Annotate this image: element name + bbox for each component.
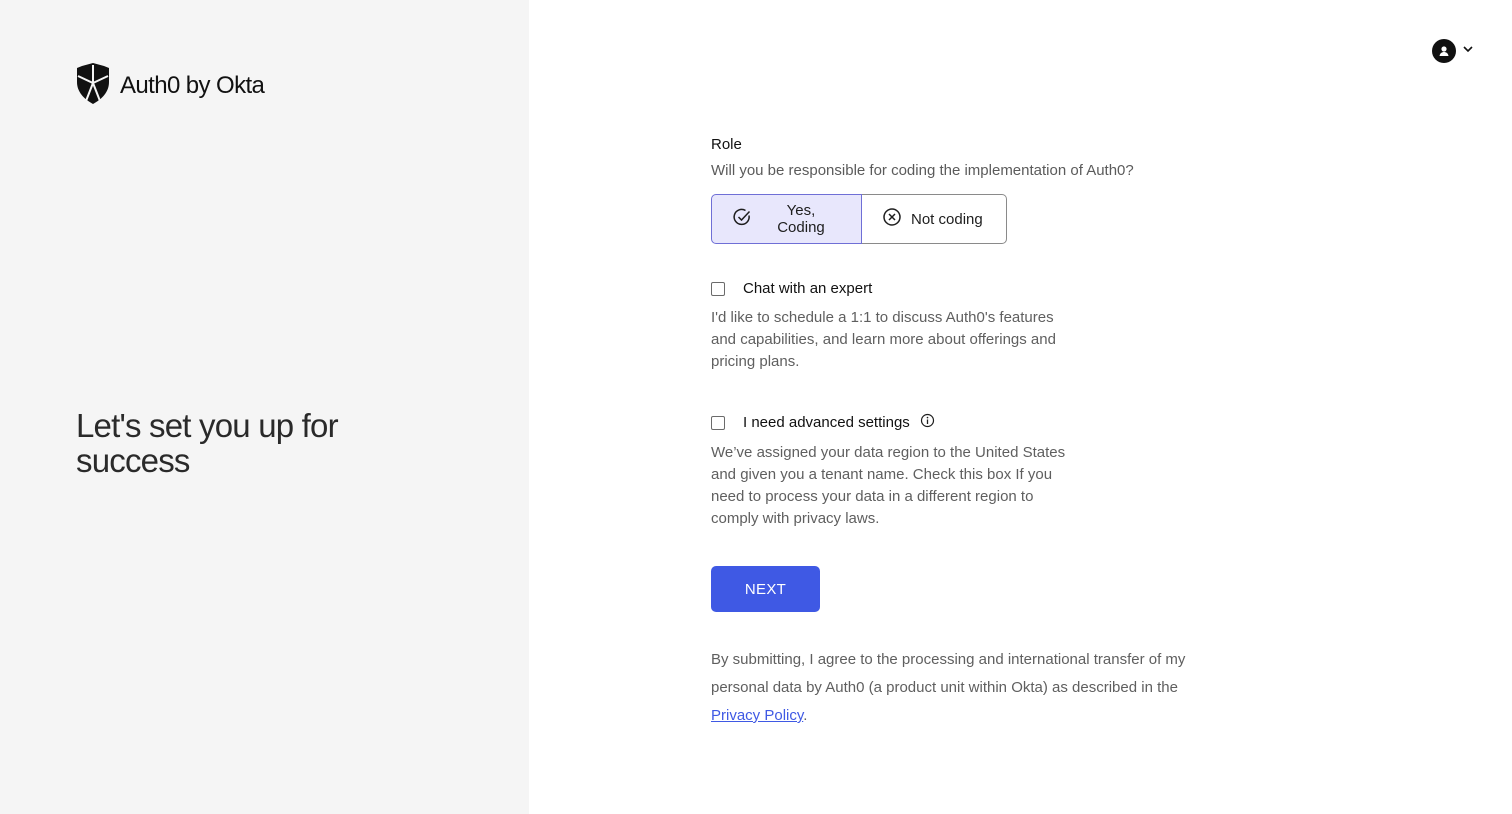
check-circle-icon (732, 207, 752, 231)
chat-expert-checkbox[interactable] (711, 282, 725, 296)
chevron-down-icon[interactable] (1462, 42, 1474, 60)
not-coding-label: Not coding (911, 210, 983, 228)
next-button[interactable]: NEXT (711, 566, 820, 612)
role-question: Will you be responsible for coding the i… (711, 162, 1134, 179)
privacy-policy-link[interactable]: Privacy Policy (711, 707, 803, 724)
legal-end: . (803, 707, 808, 724)
user-menu[interactable] (1432, 39, 1474, 63)
brand-name: Auth0 by Okta (120, 72, 265, 99)
role-label: Role (711, 136, 742, 153)
brand-logo[interactable]: Auth0 by Okta (76, 63, 265, 109)
role-toggle-group: Yes, Coding Not coding (711, 194, 1007, 244)
legal-text: By submitting, I agree to the processing… (711, 651, 1186, 696)
onboarding-form: Role Will you be responsible for coding … (711, 136, 1211, 730)
advanced-settings-section: I need advanced settings We’ve assigned … (711, 413, 1211, 530)
advanced-settings-checkbox[interactable] (711, 416, 725, 430)
left-panel: Auth0 by Okta Let's set you up for succe… (0, 0, 529, 814)
yes-coding-label: Yes, Coding (777, 202, 825, 236)
legal-consent-text: By submitting, I agree to the processing… (711, 646, 1211, 730)
info-icon[interactable] (920, 413, 935, 433)
advanced-settings-label: I need advanced settings (743, 414, 910, 431)
x-circle-icon (882, 207, 902, 231)
advanced-settings-description: We’ve assigned your data region to the U… (711, 444, 1066, 527)
chat-expert-row[interactable]: Chat with an expert (711, 280, 1211, 298)
auth0-shield-icon (76, 63, 110, 109)
chat-expert-label: Chat with an expert (743, 280, 873, 297)
user-avatar-icon[interactable] (1432, 39, 1456, 63)
yes-coding-option[interactable]: Yes, Coding (711, 194, 862, 244)
chat-expert-section: Chat with an expert I'd like to schedule… (711, 280, 1211, 373)
page-title: Let's set you up for success (76, 407, 339, 479)
chat-expert-description: I'd like to schedule a 1:1 to discuss Au… (711, 309, 1056, 370)
advanced-settings-row[interactable]: I need advanced settings (711, 413, 1211, 433)
not-coding-option[interactable]: Not coding (862, 194, 1007, 244)
